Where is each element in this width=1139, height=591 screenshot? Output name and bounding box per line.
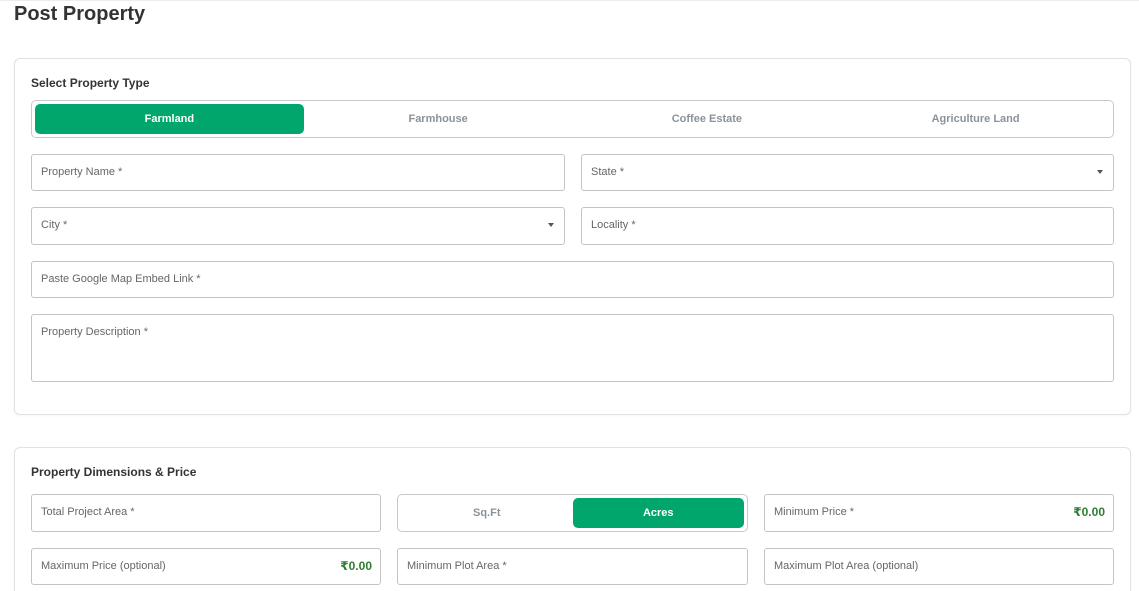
maximum-plot-area-input[interactable]: Maximum Plot Area (optional) [764, 548, 1114, 585]
map-link-input[interactable]: Paste Google Map Embed Link * [31, 261, 1114, 298]
minimum-plot-area-placeholder: Minimum Plot Area * [407, 560, 507, 572]
maximum-price-value: ₹0.00 [340, 559, 372, 573]
city-placeholder: City * [41, 219, 68, 231]
property-name-placeholder: Property Name * [41, 166, 123, 178]
dimensions-price-card: Property Dimensions & Price Total Projec… [14, 447, 1131, 591]
property-name-input[interactable]: Property Name * [31, 154, 565, 191]
top-divider [0, 0, 1139, 1]
minimum-price-value: ₹0.00 [1073, 505, 1105, 519]
property-type-coffee-estate[interactable]: Coffee Estate [573, 104, 842, 134]
minimum-price-input[interactable]: Minimum Price * ₹0.00 [764, 494, 1114, 532]
unit-sqft[interactable]: Sq.Ft [401, 498, 573, 528]
maximum-price-input[interactable]: Maximum Price (optional) ₹0.00 [31, 548, 381, 585]
property-description-placeholder: Property Description * [41, 326, 148, 338]
map-link-placeholder: Paste Google Map Embed Link * [41, 273, 201, 285]
property-type-farmhouse[interactable]: Farmhouse [304, 104, 573, 134]
maximum-price-placeholder: Maximum Price (optional) [41, 560, 166, 572]
property-type-agriculture-land[interactable]: Agriculture Land [841, 104, 1110, 134]
section-title-dimensions: Property Dimensions & Price [31, 465, 197, 479]
property-description-textarea[interactable]: Property Description * [31, 314, 1114, 382]
chevron-down-icon [1097, 170, 1103, 174]
property-type-selector: Farmland Farmhouse Coffee Estate Agricul… [31, 100, 1114, 138]
locality-input[interactable]: Locality * [581, 207, 1114, 245]
locality-placeholder: Locality * [591, 219, 636, 231]
maximum-plot-area-placeholder: Maximum Plot Area (optional) [774, 560, 919, 572]
area-unit-selector: Sq.Ft Acres [397, 494, 748, 532]
total-project-area-input[interactable]: Total Project Area * [31, 494, 381, 532]
minimum-price-placeholder: Minimum Price * [774, 506, 855, 518]
chevron-down-icon [548, 223, 554, 227]
total-project-area-placeholder: Total Project Area * [41, 506, 135, 518]
property-type-farmland[interactable]: Farmland [35, 104, 304, 134]
unit-acres[interactable]: Acres [572, 498, 744, 528]
state-placeholder: State * [591, 166, 625, 178]
city-select[interactable]: City * [31, 207, 565, 245]
property-details-card: Select Property Type Farmland Farmhouse … [14, 58, 1131, 415]
state-select[interactable]: State * [581, 154, 1114, 191]
section-title-property-type: Select Property Type [31, 76, 150, 90]
page-title: Post Property [14, 3, 146, 25]
minimum-plot-area-input[interactable]: Minimum Plot Area * [397, 548, 748, 585]
